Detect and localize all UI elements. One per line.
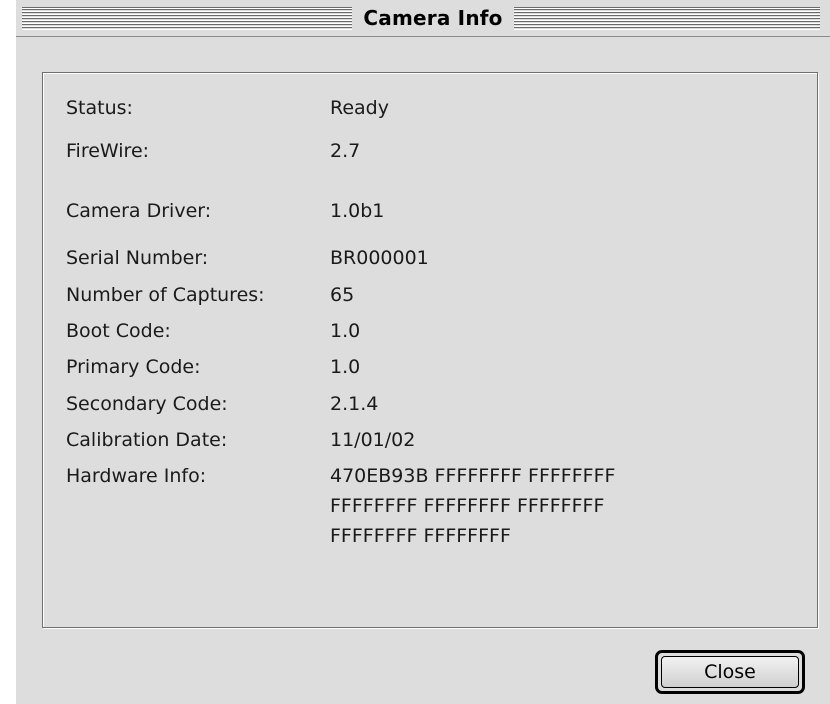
boot-code-value: 1.0 xyxy=(330,320,361,342)
calibration-date-value: 11/01/02 xyxy=(330,429,416,451)
status-label: Status: xyxy=(66,97,133,119)
camera-info-window: Camera Info Status: Ready FireWire: 2.7 … xyxy=(16,0,830,704)
serial-number-value: BR000001 xyxy=(330,247,429,269)
close-button[interactable]: Close xyxy=(655,650,805,694)
hardware-info-value: 470EB93B FFFFFFFF FFFFFFFF FFFFFFFF FFFF… xyxy=(330,461,615,551)
secondary-code-label: Secondary Code: xyxy=(66,393,228,415)
primary-code-label: Primary Code: xyxy=(66,356,201,378)
firewire-label: FireWire: xyxy=(66,140,150,162)
hardware-info-line-1: 470EB93B FFFFFFFF FFFFFFFF xyxy=(330,465,616,487)
window-title: Camera Info xyxy=(363,6,503,30)
close-button-label: Close xyxy=(661,656,799,688)
number-of-captures-value: 65 xyxy=(330,284,355,306)
status-value: Ready xyxy=(330,97,389,119)
calibration-date-label: Calibration Date: xyxy=(66,429,228,451)
secondary-code-value: 2.1.4 xyxy=(330,393,379,415)
serial-number-label: Serial Number: xyxy=(66,247,209,269)
primary-code-value: 1.0 xyxy=(330,356,361,378)
boot-code-label: Boot Code: xyxy=(66,320,171,342)
hardware-info-line-3: FFFFFFFF FFFFFFFF xyxy=(330,525,511,547)
camera-driver-label: Camera Driver: xyxy=(66,200,212,222)
title-bar-stripes-left xyxy=(22,7,352,30)
firewire-value: 2.7 xyxy=(330,140,361,162)
number-of-captures-label: Number of Captures: xyxy=(66,284,265,306)
title-bar[interactable]: Camera Info xyxy=(16,0,830,37)
title-bar-stripes-right xyxy=(514,7,820,30)
hardware-info-line-2: FFFFFFFF FFFFFFFF FFFFFFFF xyxy=(330,495,605,517)
hardware-info-label: Hardware Info: xyxy=(66,465,207,487)
camera-driver-value: 1.0b1 xyxy=(330,200,385,222)
